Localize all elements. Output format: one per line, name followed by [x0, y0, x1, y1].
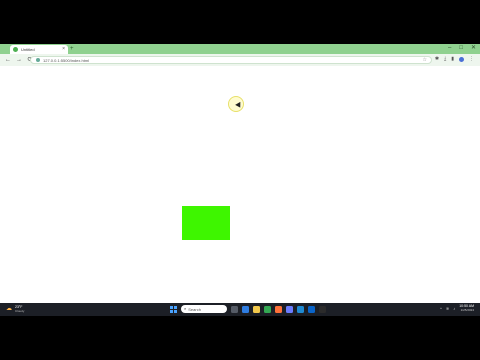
pinned-apps — [231, 305, 326, 313]
browser-tab-strip: Untitled × + – □ ✕ — [0, 44, 480, 54]
taskbar-search[interactable]: ⌕ Search — [181, 305, 227, 313]
weather-description: Cloudy — [15, 308, 25, 313]
extensions-icon[interactable]: ✱ — [435, 57, 439, 62]
terminal-icon[interactable] — [319, 305, 326, 313]
browser-toolbar: ← → ⟳ 127.0.0.1:5500/index.html ☆ ✱ ⤓ ▮ … — [0, 54, 480, 66]
clock-date: 1/25/2024 — [460, 307, 474, 312]
address-bar[interactable]: 127.0.0.1:5500/index.html ☆ — [30, 56, 432, 64]
search-icon: ⌕ — [184, 306, 187, 311]
toolbar-icons: ✱ ⤓ ▮ ⋮ — [435, 57, 474, 62]
system-tray: ^ ≋ ♪ 10:50 AM 1/25/2024 — [440, 304, 474, 312]
bookmark-star-icon[interactable]: ☆ — [423, 57, 427, 63]
tab-close-icon[interactable]: × — [62, 47, 65, 52]
firefox-icon[interactable] — [275, 305, 282, 313]
forward-icon[interactable]: → — [16, 57, 22, 63]
close-button[interactable]: ✕ — [471, 45, 476, 51]
browser-tab[interactable]: Untitled × — [10, 45, 68, 54]
search-placeholder: Search — [188, 306, 201, 312]
volume-icon[interactable]: ♪ — [453, 306, 455, 311]
widgets-icon[interactable] — [242, 305, 249, 313]
task-view-icon[interactable] — [231, 305, 238, 313]
url-text[interactable]: 127.0.0.1:5500/index.html — [43, 58, 89, 63]
weather-icon: ☁ — [6, 306, 12, 313]
taskbar: ☁ 23°F Cloudy ⌕ Search ^ ≋ ♪ 10:50 AM 1/… — [0, 303, 480, 316]
file-explorer-icon[interactable] — [253, 305, 260, 313]
vscode-icon[interactable] — [297, 305, 304, 313]
menu-icon[interactable]: ⋮ — [469, 57, 474, 62]
clock[interactable]: 10:50 AM 1/25/2024 — [459, 304, 474, 312]
back-icon[interactable]: ← — [5, 57, 11, 63]
start-icon[interactable] — [170, 305, 177, 313]
maximize-button[interactable]: □ — [459, 45, 463, 51]
weather-widget[interactable]: ☁ 23°F Cloudy — [6, 305, 25, 313]
profile-avatar[interactable] — [459, 57, 464, 62]
tab-title: Untitled — [21, 47, 35, 52]
store-icon[interactable] — [286, 305, 293, 313]
downloads-icon[interactable]: ⤓ — [444, 57, 446, 62]
new-tab-button[interactable]: + — [70, 46, 74, 52]
wifi-icon[interactable]: ≋ — [446, 306, 449, 311]
green-rectangle[interactable] — [182, 206, 230, 240]
window-controls: – □ ✕ — [448, 45, 476, 51]
page-content — [0, 66, 480, 316]
minimize-button[interactable]: – — [448, 45, 451, 51]
side-panel-icon[interactable]: ▮ — [451, 57, 454, 62]
chrome-icon[interactable] — [264, 305, 271, 313]
screen: Untitled × + – □ ✕ ← → ⟳ 127.0.0.1:5500/… — [0, 44, 480, 316]
mail-icon[interactable] — [308, 305, 315, 313]
tab-favicon-icon — [13, 47, 18, 52]
chevron-up-icon[interactable]: ^ — [440, 306, 442, 311]
site-info-icon[interactable] — [36, 58, 40, 62]
taskbar-apps: ⌕ Search — [170, 305, 326, 313]
